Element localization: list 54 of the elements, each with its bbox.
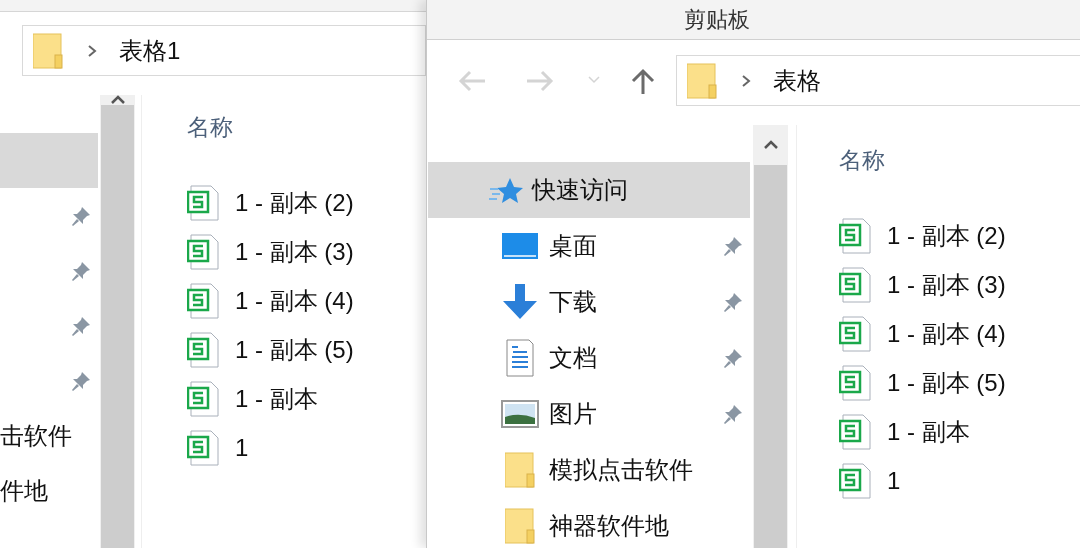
nav-item[interactable] — [0, 133, 98, 188]
image-icon — [501, 400, 539, 428]
chevron-icon — [87, 43, 97, 58]
spreadsheet-icon — [187, 185, 221, 221]
scroll-up-icon — [762, 140, 779, 150]
nav-item[interactable]: 神器软件地 — [428, 498, 750, 548]
column-header[interactable]: 名称 — [187, 110, 233, 145]
spreadsheet-icon — [839, 218, 873, 254]
file-item[interactable]: 1 - 副本 (3) — [187, 227, 358, 277]
nav-item[interactable]: 件地 — [0, 463, 98, 518]
nav-item[interactable]: 模拟点击软件 — [428, 442, 750, 498]
down-arrow-icon — [501, 283, 539, 321]
file-item[interactable]: 1 — [187, 423, 253, 473]
spreadsheet-icon — [187, 430, 221, 466]
chevron-icon — [741, 73, 751, 88]
file-item[interactable]: 1 — [839, 456, 905, 506]
spreadsheet-icon — [839, 316, 873, 352]
monitor-icon — [501, 231, 539, 261]
address-path: 表格 — [773, 65, 821, 96]
file-item[interactable]: 1 - 副本 (2) — [187, 178, 358, 228]
spreadsheet-icon — [187, 381, 221, 417]
spreadsheet-icon — [839, 365, 873, 401]
scroll-up-icon — [109, 95, 126, 105]
nav-item[interactable]: 文档 — [428, 330, 750, 386]
window-title: 剪贴板 — [684, 6, 750, 34]
spreadsheet-icon — [839, 414, 873, 450]
address-bar[interactable]: 表格1 — [22, 25, 426, 76]
folder-icon — [505, 508, 535, 544]
spreadsheet-icon — [839, 463, 873, 499]
spreadsheet-icon — [839, 267, 873, 303]
file-item[interactable]: 1 - 副本 (4) — [839, 309, 1010, 359]
spreadsheet-icon — [187, 283, 221, 319]
folder-icon — [687, 62, 717, 99]
folder-icon — [33, 32, 63, 69]
up-icon[interactable] — [629, 67, 657, 94]
file-item[interactable]: 1 - 副本 — [839, 407, 974, 457]
spreadsheet-icon — [187, 332, 221, 368]
address-path: 表格1 — [119, 35, 181, 66]
file-item[interactable]: 1 - 副本 (2) — [839, 211, 1010, 261]
file-item[interactable]: 1 - 副本 (5) — [839, 358, 1010, 408]
address-bar[interactable]: 表格 — [676, 55, 1080, 106]
file-item[interactable]: 1 - 副本 — [187, 374, 322, 424]
nav-item[interactable]: 快速访问 — [428, 162, 750, 218]
folder-icon — [505, 452, 535, 488]
nav-item[interactable]: 下载 — [428, 274, 750, 330]
nav-item[interactable]: 图片 — [428, 386, 750, 442]
file-item[interactable]: 1 - 副本 (3) — [839, 260, 1010, 310]
document-icon — [505, 339, 535, 377]
file-item[interactable]: 1 - 副本 (4) — [187, 276, 358, 326]
spreadsheet-icon — [187, 234, 221, 270]
nav-item[interactable]: 击软件 — [0, 408, 98, 463]
nav-item[interactable]: 桌面 — [428, 218, 750, 274]
column-header[interactable]: 名称 — [839, 143, 885, 178]
file-item[interactable]: 1 - 副本 (5) — [187, 325, 358, 375]
